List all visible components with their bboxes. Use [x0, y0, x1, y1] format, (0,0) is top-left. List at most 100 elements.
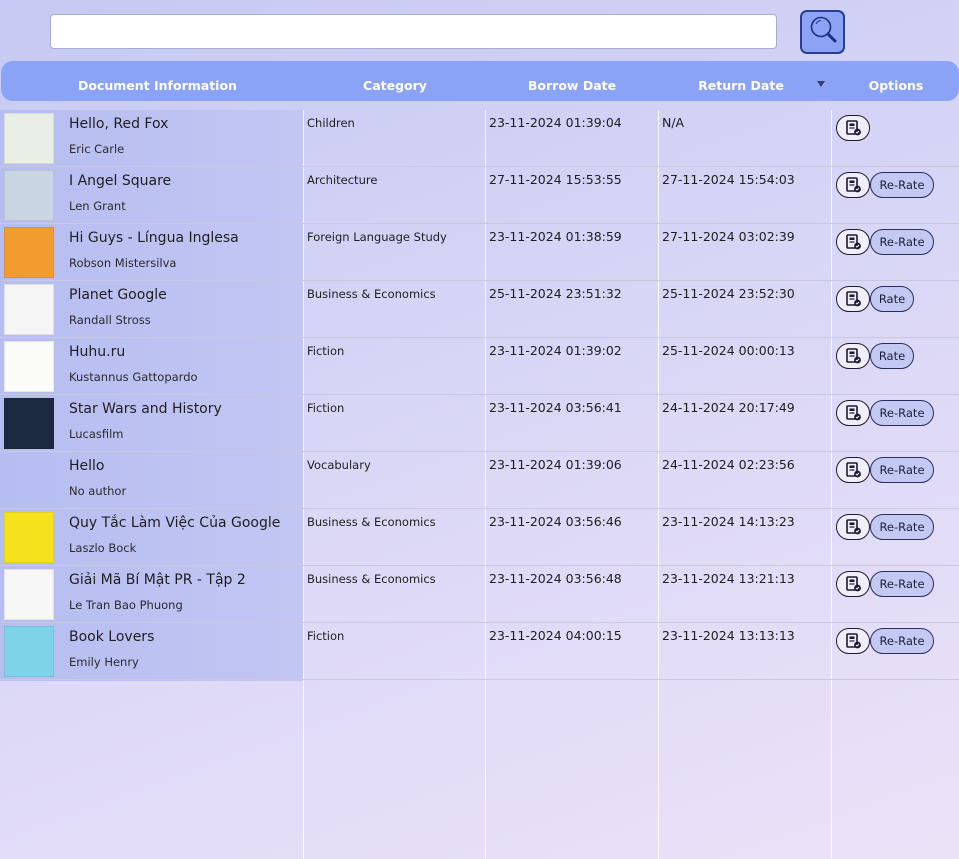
document-edit-icon — [844, 404, 862, 422]
table-row: I Angel Square Len Grant Architecture 27-11… — [0, 167, 959, 224]
document-edit-icon — [844, 461, 862, 479]
book-cover-image[interactable] — [4, 170, 54, 221]
search-input[interactable] — [50, 14, 777, 49]
book-cover-image[interactable] — [4, 569, 54, 620]
document-title[interactable]: Star Wars and History — [69, 401, 222, 417]
document-category: Fiction — [307, 344, 345, 358]
book-cover-image[interactable] — [4, 341, 54, 392]
return-date: 25-11-2024 00:00:13 — [662, 343, 795, 358]
view-details-button[interactable] — [836, 400, 870, 426]
document-category: Foreign Language Study — [307, 230, 447, 244]
book-cover-image[interactable] — [4, 626, 54, 677]
header-category[interactable]: Category — [354, 61, 436, 101]
document-title[interactable]: Planet Google — [69, 287, 167, 303]
document-title[interactable]: Quy Tắc Làm Việc Của Google — [69, 515, 280, 531]
view-details-button[interactable] — [836, 172, 870, 198]
view-details-button[interactable] — [836, 457, 870, 483]
book-cover-image[interactable] — [4, 455, 54, 506]
re-rate-button[interactable]: Re-Rate — [870, 514, 934, 540]
borrow-date: 25-11-2024 23:51:32 — [489, 286, 622, 301]
return-date: 23-11-2024 14:13:23 — [662, 514, 795, 529]
document-edit-icon — [844, 290, 862, 308]
borrow-date: 27-11-2024 15:53:55 — [489, 172, 622, 187]
re-rate-button[interactable]: Re-Rate — [870, 229, 934, 255]
document-author: Robson Mistersilva — [69, 256, 177, 270]
document-author: No author — [69, 484, 127, 498]
borrow-date: 23-11-2024 01:39:06 — [489, 457, 622, 472]
document-author: Randall Stross — [69, 313, 151, 327]
header-return-date[interactable]: Return Date — [691, 61, 791, 101]
view-details-button[interactable] — [836, 343, 870, 369]
view-details-button[interactable] — [836, 571, 870, 597]
table-row: Hello No author Vocabulary 23-11-2024 01:39… — [0, 452, 959, 509]
table-row: Planet Google Randall Stross Business & Ec… — [0, 281, 959, 338]
document-category: Business & Economics — [307, 572, 436, 586]
table-row: Giải Mã Bí Mật PR - Tập 2 Le Tran Bao Phu… — [0, 566, 959, 623]
search-button[interactable] — [800, 10, 845, 54]
return-date: 24-11-2024 20:17:49 — [662, 400, 795, 415]
document-title[interactable]: Huhu.ru — [69, 344, 125, 360]
return-date: N/A — [662, 115, 685, 130]
view-details-button[interactable] — [836, 115, 870, 141]
table-row: Hi Guys - Língua Inglesa Robson Mistersil… — [0, 224, 959, 281]
document-title[interactable]: I Angel Square — [69, 173, 171, 189]
view-details-button[interactable] — [836, 286, 870, 312]
document-category: Fiction — [307, 401, 345, 415]
document-author: Eric Carle — [69, 142, 125, 156]
borrow-date: 23-11-2024 01:39:02 — [489, 343, 622, 358]
view-details-button[interactable] — [836, 628, 870, 654]
document-edit-icon — [844, 632, 862, 650]
view-details-button[interactable] — [836, 229, 870, 255]
table-row: Huhu.ru Kustannus Gattopardo Fiction 23-11-… — [0, 338, 959, 395]
document-category: Children — [307, 116, 355, 130]
book-cover-image[interactable] — [4, 512, 54, 563]
document-edit-icon — [844, 233, 862, 251]
book-cover-image[interactable] — [4, 113, 54, 164]
document-title[interactable]: Hello, Red Fox — [69, 116, 168, 132]
header-document-information: Document Information — [78, 78, 237, 93]
rate-button[interactable]: Rate — [870, 286, 914, 312]
borrow-date: 23-11-2024 04:00:15 — [489, 628, 622, 643]
document-category: Vocabulary — [307, 458, 371, 472]
document-author: Kustannus Gattopardo — [69, 370, 198, 384]
document-category: Architecture — [307, 173, 378, 187]
document-author: Le Tran Bao Phuong — [69, 598, 183, 612]
document-edit-icon — [844, 575, 862, 593]
re-rate-button[interactable]: Re-Rate — [870, 628, 934, 654]
document-author: Laszlo Bock — [69, 541, 137, 555]
document-author: Emily Henry — [69, 655, 139, 669]
document-title[interactable]: Giải Mã Bí Mật PR - Tập 2 — [69, 572, 246, 588]
sort-down-arrow-icon[interactable] — [817, 81, 825, 87]
re-rate-button[interactable]: Re-Rate — [870, 172, 934, 198]
borrow-history-table: Hello, Red Fox Eric Carle Children 23-11-20… — [0, 110, 959, 859]
document-category: Business & Economics — [307, 515, 436, 529]
view-details-button[interactable] — [836, 514, 870, 540]
book-cover-image[interactable] — [4, 227, 54, 278]
return-date: 23-11-2024 13:13:13 — [662, 628, 795, 643]
rate-button[interactable]: Rate — [870, 343, 914, 369]
document-edit-icon — [844, 347, 862, 365]
return-date: 24-11-2024 02:23:56 — [662, 457, 795, 472]
book-cover-image[interactable] — [4, 398, 54, 449]
document-title[interactable]: Book Lovers — [69, 629, 154, 645]
document-title[interactable]: Hi Guys - Língua Inglesa — [69, 230, 239, 246]
borrow-date: 23-11-2024 01:38:59 — [489, 229, 622, 244]
book-cover-image[interactable] — [4, 284, 54, 335]
table-row: Hello, Red Fox Eric Carle Children 23-11-20… — [0, 110, 959, 167]
header-borrow-date[interactable]: Borrow Date — [522, 61, 622, 101]
re-rate-button[interactable]: Re-Rate — [870, 400, 934, 426]
document-edit-icon — [844, 119, 862, 137]
document-edit-icon — [844, 518, 862, 536]
document-author: Lucasfilm — [69, 427, 124, 441]
re-rate-button[interactable]: Re-Rate — [870, 457, 934, 483]
document-edit-icon — [844, 176, 862, 194]
document-title[interactable]: Hello — [69, 458, 105, 474]
borrow-date: 23-11-2024 03:56:41 — [489, 400, 622, 415]
re-rate-button[interactable]: Re-Rate — [870, 571, 934, 597]
search-icon — [806, 13, 840, 51]
table-row: Star Wars and History Lucasfilm Fiction 23-… — [0, 395, 959, 452]
table-header: Document Information Category Borrow Dat… — [1, 61, 959, 101]
return-date: 27-11-2024 03:02:39 — [662, 229, 795, 244]
return-date: 25-11-2024 23:52:30 — [662, 286, 795, 301]
table-row: Quy Tắc Làm Việc Của Google Laszlo Bock Bu… — [0, 509, 959, 566]
